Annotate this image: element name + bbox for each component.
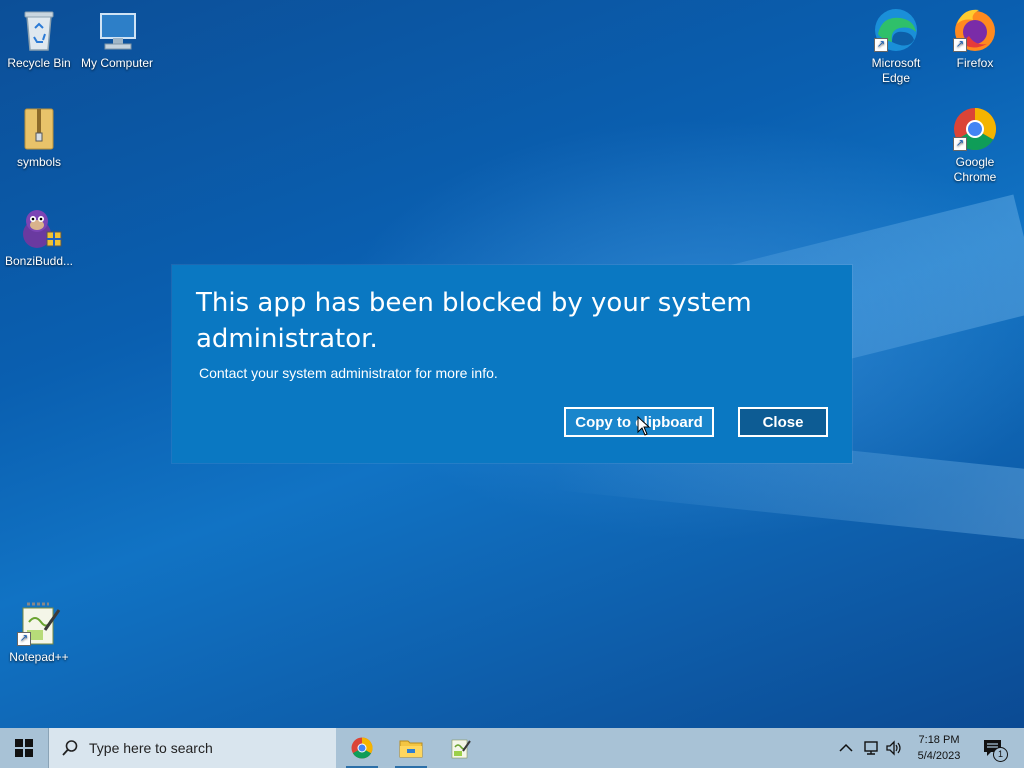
microsoft-edge-icon: ↗ xyxy=(872,6,920,54)
computer-monitor-icon xyxy=(93,6,141,54)
start-button[interactable] xyxy=(0,728,48,768)
windows-logo-icon xyxy=(15,739,33,757)
notepad-plus-plus-icon xyxy=(451,739,471,759)
network-icon[interactable] xyxy=(861,738,881,758)
bonzibuddy-gorilla-icon xyxy=(15,204,63,252)
dialog-title: This app has been blocked by your system… xyxy=(196,288,752,354)
desktop-icon-label: symbols xyxy=(16,155,61,169)
desktop-icon-my-computer[interactable]: My Computer xyxy=(79,2,155,71)
desktop-icon-notepad-plus-plus[interactable]: ↗ Notepad++ xyxy=(1,596,77,665)
shortcut-arrow-icon: ↗ xyxy=(953,38,967,52)
desktop-icon-microsoft-edge[interactable]: ↗ Microsoft Edge xyxy=(858,2,934,86)
desktop-icon-symbols[interactable]: symbols xyxy=(1,101,77,170)
firefox-icon: ↗ xyxy=(951,6,999,54)
desktop-icon-label: BonziBudd... xyxy=(4,254,74,268)
mouse-cursor-icon xyxy=(637,416,651,436)
clock-time: 7:18 PM xyxy=(918,734,960,746)
speaker-volume-icon[interactable] xyxy=(884,738,904,758)
shortcut-arrow-icon: ↗ xyxy=(17,632,31,646)
taskbar-app-notepad-plus-plus[interactable] xyxy=(440,728,480,768)
search-placeholder: Type here to search xyxy=(89,740,213,756)
app-blocked-dialog: This app has been blocked by your system… xyxy=(172,265,852,463)
desktop: Recycle Bin My Computer symbols BonziBud… xyxy=(0,0,1024,728)
file-explorer-icon xyxy=(399,740,423,758)
shortcut-arrow-icon: ↗ xyxy=(874,38,888,52)
desktop-icon-recycle-bin[interactable]: Recycle Bin xyxy=(1,2,77,71)
search-icon xyxy=(62,740,78,756)
taskbar-app-chrome[interactable] xyxy=(342,728,382,768)
shortcut-arrow-icon: ↗ xyxy=(953,137,967,151)
dialog-message: Contact your system administrator for mo… xyxy=(199,365,498,381)
taskbar-clock[interactable]: 7:18 PM 5/4/2023 xyxy=(906,732,972,764)
desktop-icon-label: Google Chrome xyxy=(953,155,997,184)
show-hidden-icons-chevron-up-icon[interactable] xyxy=(836,738,856,758)
zip-folder-icon xyxy=(15,105,63,153)
taskbar: Type here to search 7:18 PM 5/4/2023 1 xyxy=(0,728,1024,768)
close-button[interactable]: Close xyxy=(738,407,828,437)
notepad-plus-plus-icon: ↗ xyxy=(15,600,63,648)
clock-date: 5/4/2023 xyxy=(917,750,961,762)
desktop-icon-label: Notepad++ xyxy=(9,650,69,664)
desktop-icon-bonzibuddy[interactable]: BonziBudd... xyxy=(1,200,77,269)
desktop-icon-google-chrome[interactable]: ↗ Google Chrome xyxy=(937,101,1013,185)
google-chrome-icon: ↗ xyxy=(951,105,999,153)
desktop-icon-label: Recycle Bin xyxy=(7,56,71,70)
desktop-icon-label: My Computer xyxy=(80,56,154,70)
google-chrome-icon xyxy=(351,737,373,759)
recycle-bin-icon xyxy=(15,6,63,54)
desktop-icon-firefox[interactable]: ↗ Firefox xyxy=(937,2,1013,71)
action-center-notification-icon[interactable]: 1 xyxy=(982,738,1008,762)
desktop-icon-label: Firefox xyxy=(956,56,994,70)
desktop-icon-label: Microsoft Edge xyxy=(871,56,921,85)
taskbar-search-box[interactable]: Type here to search xyxy=(48,728,336,768)
notification-count-badge: 1 xyxy=(993,747,1008,762)
taskbar-app-file-explorer[interactable] xyxy=(391,728,431,768)
